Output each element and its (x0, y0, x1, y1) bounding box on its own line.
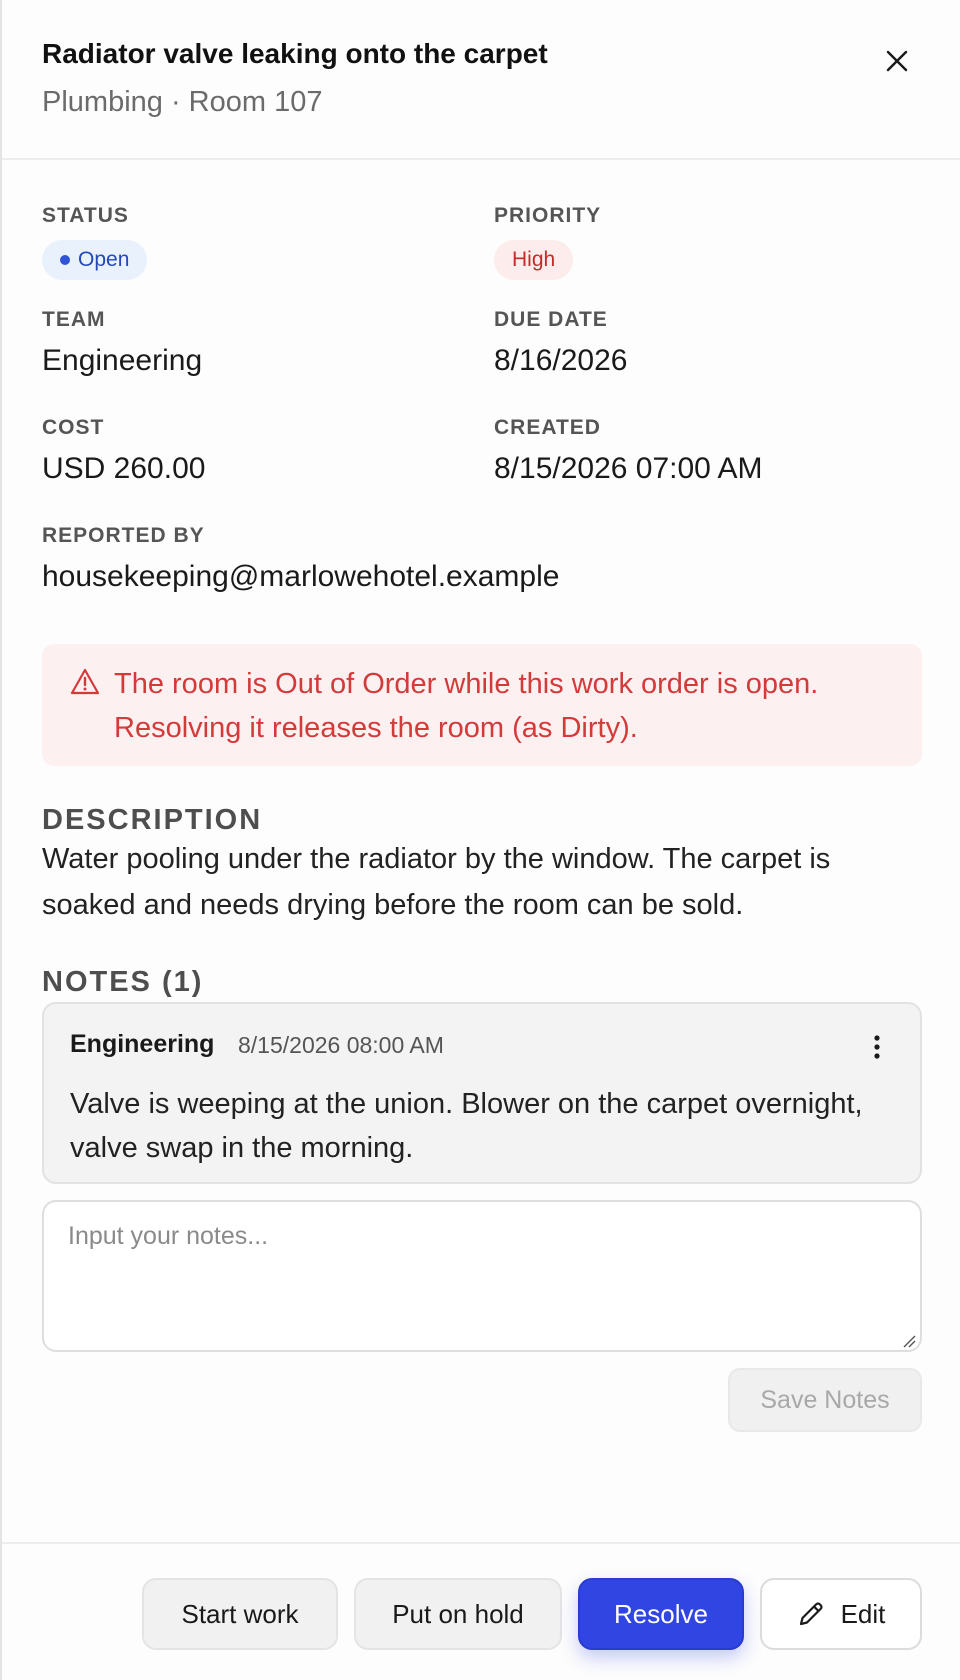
out-of-order-alert: The room is Out of Order while this work… (42, 644, 922, 766)
pencil-icon (799, 1602, 823, 1626)
note-author: Engineering (70, 1030, 215, 1058)
due-date-label: DUE DATE (494, 308, 608, 331)
priority-field: PRIORITY High (494, 204, 601, 280)
resolve-button[interactable]: Resolve (578, 1578, 744, 1650)
work-order-title: Radiator valve leaking onto the carpet (42, 38, 548, 69)
cost-label: COST (42, 416, 105, 439)
notes-title: NOTES (1) (42, 966, 204, 998)
notes-input[interactable] (42, 1200, 922, 1352)
reported-by-label: REPORTED BY (42, 524, 205, 547)
description-title: DESCRIPTION (42, 804, 263, 836)
created-label: CREATED (494, 416, 601, 439)
note-text: Valve is weeping at the union. Blower on… (70, 1088, 863, 1164)
warning-icon (70, 668, 100, 695)
priority-label: PRIORITY (494, 204, 602, 227)
note-card: Engineering 8/15/2026 08:00 AM Valve is … (42, 1002, 922, 1184)
more-vertical-icon (874, 1035, 880, 1059)
priority-badge: High (494, 240, 574, 280)
panel-header: Radiator valve leaking onto the carpet P… (2, 0, 960, 160)
status-badge: Open (42, 240, 148, 280)
start-work-button[interactable]: Start work (142, 1578, 338, 1650)
action-footer: Start work Put on hold Resolve Edit (2, 1542, 960, 1680)
due-date-value: 8/16/2026 (494, 344, 628, 377)
status-label: STATUS (42, 204, 129, 227)
cost-field: COST USD 260.00 (42, 416, 205, 486)
reported-by-field: REPORTED BY housekeeping@marlowehotel.ex… (42, 524, 559, 594)
note-timestamp: 8/15/2026 08:00 AM (238, 1032, 444, 1058)
edit-label: Edit (840, 1598, 886, 1629)
put-on-hold-button[interactable]: Put on hold (354, 1578, 562, 1650)
save-notes-button[interactable]: Save Notes (728, 1368, 922, 1432)
resize-handle-icon[interactable] (902, 1334, 916, 1348)
edit-button[interactable]: Edit (760, 1578, 922, 1650)
work-order-subtitle: Plumbing · Room 107 (42, 86, 323, 118)
close-button[interactable] (880, 44, 914, 78)
status-dot-icon (60, 255, 70, 265)
reported-by-value: housekeeping@marlowehotel.example (42, 560, 560, 593)
status-field: STATUS Open (42, 204, 148, 280)
close-icon (886, 50, 908, 72)
due-date-field: DUE DATE 8/16/2026 (494, 308, 627, 378)
status-value: Open (78, 248, 130, 271)
description-text: Water pooling under the radiator by the … (42, 843, 831, 921)
created-field: CREATED 8/15/2026 07:00 AM (494, 416, 763, 486)
note-menu-button[interactable] (864, 1032, 890, 1062)
work-order-panel: Radiator valve leaking onto the carpet P… (0, 0, 960, 1680)
team-value: Engineering (42, 344, 203, 377)
team-field: TEAM Engineering (42, 308, 202, 378)
alert-text: The room is Out of Order while this work… (114, 668, 819, 744)
created-value: 8/15/2026 07:00 AM (494, 452, 763, 485)
team-label: TEAM (42, 308, 106, 331)
priority-value: High (512, 248, 556, 271)
cost-value: USD 260.00 (42, 452, 206, 485)
